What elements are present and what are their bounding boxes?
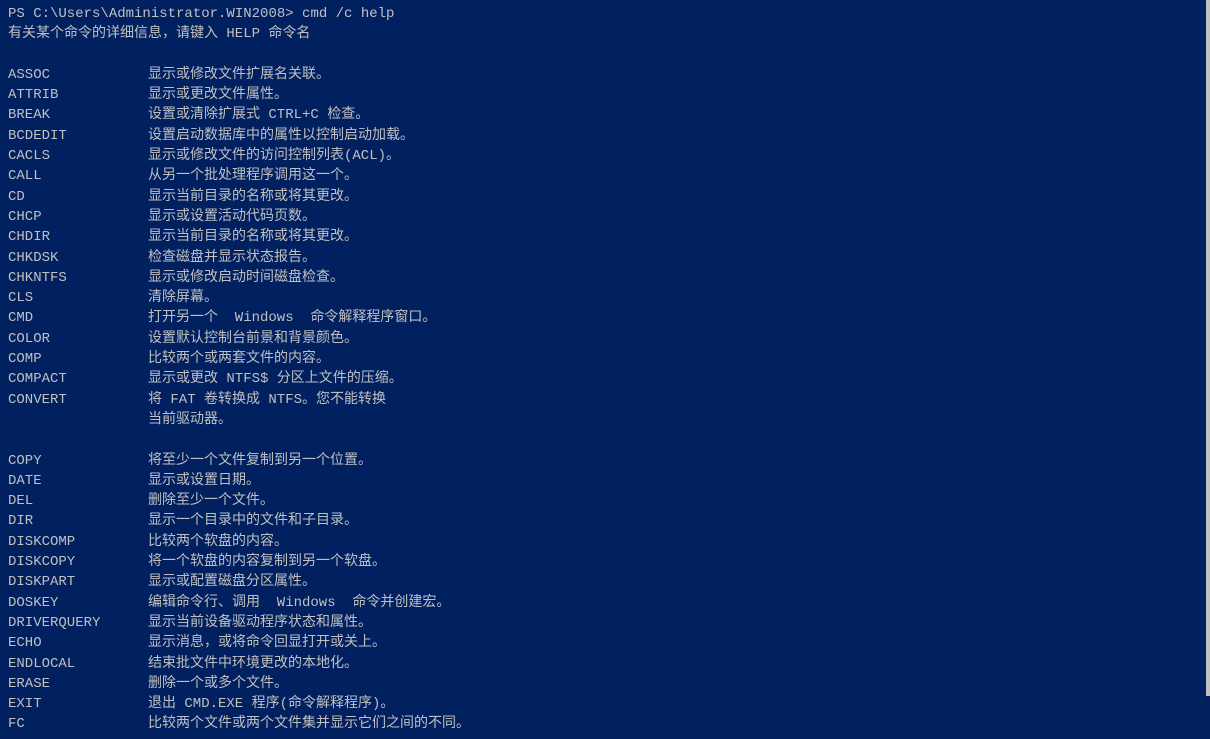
command-desc: 删除至少一个文件。 [148,491,274,511]
commands-list: ASSOC显示或修改文件扩展名关联。ATTRIB显示或更改文件属性。BREAK设… [8,65,1202,735]
command-name: DRIVERQUERY [8,613,148,633]
command-desc: 设置或清除扩展式 CTRL+C 检查。 [148,105,369,125]
command-name: ENDLOCAL [8,654,148,674]
command-desc: 清除屏幕。 [148,288,218,308]
command-desc: 结束批文件中环境更改的本地化。 [148,654,358,674]
list-item: DISKCOMP比较两个软盘的内容。 [8,532,1202,552]
command-name: COMP [8,349,148,369]
command-desc: 显示或更改 NTFS$ 分区上文件的压缩。 [148,369,403,389]
command-name: CLS [8,288,148,308]
command-name: EXIT [8,694,148,714]
list-item: CLS清除屏幕。 [8,288,1202,308]
list-item: DOSKEY编辑命令行、调用 Windows 命令并创建宏。 [8,593,1202,613]
command-name: CHKDSK [8,248,148,268]
list-item: CHCP显示或设置活动代码页数。 [8,207,1202,227]
command-name: CHCP [8,207,148,227]
list-item: CHKNTFS显示或修改启动时间磁盘检查。 [8,268,1202,288]
command-desc: 显示或修改文件的访问控制列表(ACL)。 [148,146,400,166]
list-item: CACLS显示或修改文件的访问控制列表(ACL)。 [8,146,1202,166]
list-item: FC比较两个文件或两个文件集并显示它们之间的不同。 [8,714,1202,734]
list-item: 当前驱动器。 [8,410,1202,430]
command-desc: 显示当前目录的名称或将其更改。 [148,187,358,207]
list-item: CMD打开另一个 Windows 命令解释程序窗口。 [8,308,1202,328]
command-desc: 检查磁盘并显示状态报告。 [148,248,316,268]
command-name: ERASE [8,674,148,694]
intro-line: 有关某个命令的详细信息，请键入 HELP 命令名 [8,24,1202,44]
command-desc: 删除一个或多个文件。 [148,674,288,694]
command-desc: 将一个软盘的内容复制到另一个软盘。 [148,552,386,572]
command-name: CHDIR [8,227,148,247]
list-item: ENDLOCAL结束批文件中环境更改的本地化。 [8,654,1202,674]
list-item: COMP比较两个或两套文件的内容。 [8,349,1202,369]
list-item: EXIT退出 CMD.EXE 程序(命令解释程序)。 [8,694,1202,714]
command-name: ASSOC [8,65,148,85]
command-name: COMPACT [8,369,148,389]
command-name: COPY [8,451,148,471]
list-item: BREAK设置或清除扩展式 CTRL+C 检查。 [8,105,1202,125]
list-item: DISKCOPY将一个软盘的内容复制到另一个软盘。 [8,552,1202,572]
command-desc: 从另一个批处理程序调用这一个。 [148,166,358,186]
prompt-line: PS C:\Users\Administrator.WIN2008> cmd /… [8,4,1202,24]
list-item: ASSOC显示或修改文件扩展名关联。 [8,65,1202,85]
list-item: COPY将至少一个文件复制到另一个位置。 [8,451,1202,471]
command-desc: 退出 CMD.EXE 程序(命令解释程序)。 [148,694,394,714]
command-name: COLOR [8,329,148,349]
list-item: DIR显示一个目录中的文件和子目录。 [8,511,1202,531]
intro-text: 有关某个命令的详细信息，请键入 HELP 命令名 [8,24,310,44]
list-item: DEL删除至少一个文件。 [8,491,1202,511]
command-name: ATTRIB [8,85,148,105]
list-item: DATE显示或设置日期。 [8,471,1202,491]
list-item: COLOR设置默认控制台前景和背景颜色。 [8,329,1202,349]
command-desc: 显示或更改文件属性。 [148,85,288,105]
list-item: CHDIR显示当前目录的名称或将其更改。 [8,227,1202,247]
command-desc: 比较两个软盘的内容。 [148,532,288,552]
terminal-window: PS C:\Users\Administrator.WIN2008> cmd /… [8,4,1202,735]
command-name: FC [8,714,148,734]
command-desc: 显示当前目录的名称或将其更改。 [148,227,358,247]
command-name: CHKNTFS [8,268,148,288]
command-name: CACLS [8,146,148,166]
list-item: ERASE删除一个或多个文件。 [8,674,1202,694]
list-item: BCDEDIT设置启动数据库中的属性以控制启动加载。 [8,126,1202,146]
command-desc: 打开另一个 Windows 命令解释程序窗口。 [148,308,436,328]
list-item: CD显示当前目录的名称或将其更改。 [8,187,1202,207]
list-item: DRIVERQUERY显示当前设备驱动程序状态和属性。 [8,613,1202,633]
command-name: BREAK [8,105,148,125]
command-desc: 显示或设置活动代码页数。 [148,207,316,227]
command-name: DATE [8,471,148,491]
command-name: DIR [8,511,148,531]
command-desc: 显示或设置日期。 [148,471,260,491]
command-desc: 将至少一个文件复制到另一个位置。 [148,451,372,471]
command-name: DEL [8,491,148,511]
command-name: CD [8,187,148,207]
command-desc: 编辑命令行、调用 Windows 命令并创建宏。 [148,593,450,613]
command-desc: 设置启动数据库中的属性以控制启动加载。 [148,126,414,146]
list-item: ECHO显示消息，或将命令回显打开或关上。 [8,633,1202,653]
prompt-text: PS C:\Users\Administrator.WIN2008> cmd /… [8,4,394,24]
command-name: ECHO [8,633,148,653]
command-desc: 显示一个目录中的文件和子目录。 [148,511,358,531]
command-name: CALL [8,166,148,186]
command-desc: 显示或修改启动时间磁盘检查。 [148,268,344,288]
command-name: DISKCOMP [8,532,148,552]
scrollbar-border [1206,0,1210,696]
command-desc: 显示消息，或将命令回显打开或关上。 [148,633,386,653]
command-name: CMD [8,308,148,328]
command-desc: 显示当前设备驱动程序状态和属性。 [148,613,372,633]
list-item: CALL从另一个批处理程序调用这一个。 [8,166,1202,186]
list-item: COMPACT显示或更改 NTFS$ 分区上文件的压缩。 [8,369,1202,389]
command-desc: 比较两个或两套文件的内容。 [148,349,330,369]
command-name: DISKPART [8,572,148,592]
command-name: BCDEDIT [8,126,148,146]
command-desc: 显示或配置磁盘分区属性。 [148,572,316,592]
list-item: CHKDSK检查磁盘并显示状态报告。 [8,248,1202,268]
list-item: ATTRIB显示或更改文件属性。 [8,85,1202,105]
command-name: DOSKEY [8,593,148,613]
command-desc: 比较两个文件或两个文件集并显示它们之间的不同。 [148,714,470,734]
command-name: DISKCOPY [8,552,148,572]
command-desc: 显示或修改文件扩展名关联。 [148,65,330,85]
list-item: DISKPART显示或配置磁盘分区属性。 [8,572,1202,592]
command-desc: 设置默认控制台前景和背景颜色。 [148,329,358,349]
list-item: CONVERT将 FAT 卷转换成 NTFS。您不能转换 [8,390,1202,410]
